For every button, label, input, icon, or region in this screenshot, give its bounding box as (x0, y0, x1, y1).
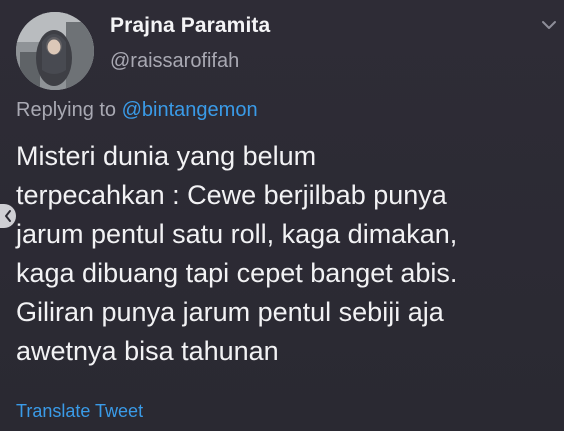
tweet-card: Prajna Paramita @raissarofifah Replying … (0, 0, 564, 431)
chevron-left-icon (5, 210, 11, 222)
back-button[interactable] (0, 204, 16, 228)
reply-prefix: Replying to (16, 99, 122, 121)
avatar-image (16, 12, 94, 90)
reply-mention-link[interactable]: @bintangemon (122, 99, 258, 121)
display-name[interactable]: Prajna Paramita (110, 14, 270, 38)
tweet-text: Misteri dunia yang belum terpecahkan : C… (16, 141, 458, 366)
avatar[interactable] (16, 12, 94, 90)
translate-tweet-link[interactable]: Translate Tweet (16, 401, 143, 422)
replying-to: Replying to @bintangemon (16, 99, 258, 122)
chevron-down-icon[interactable] (538, 14, 560, 36)
user-handle[interactable]: @raissarofifah (110, 50, 239, 73)
